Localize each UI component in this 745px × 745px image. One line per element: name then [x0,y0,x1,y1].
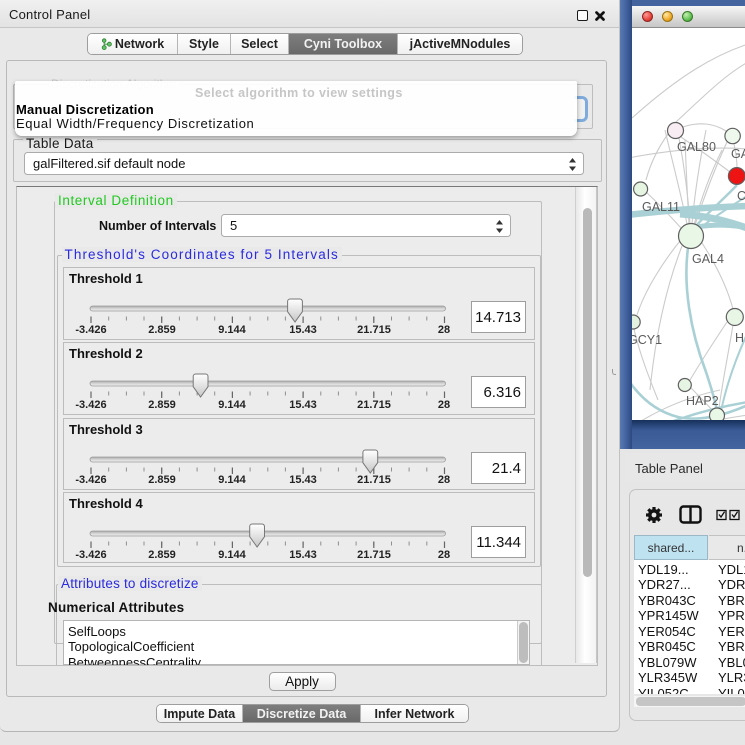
svg-text:GCY1: GCY1 [632,333,662,347]
svg-text:GAL3: GAL3 [731,147,745,161]
svg-text:GAL4: GAL4 [692,252,724,266]
svg-text:C: C [737,189,745,203]
svg-text:HIS4: HIS4 [735,331,745,345]
svg-text:HAP2: HAP2 [686,394,719,408]
svg-text:GAL80: GAL80 [677,140,716,154]
svg-text:GAL11: GAL11 [642,200,680,214]
